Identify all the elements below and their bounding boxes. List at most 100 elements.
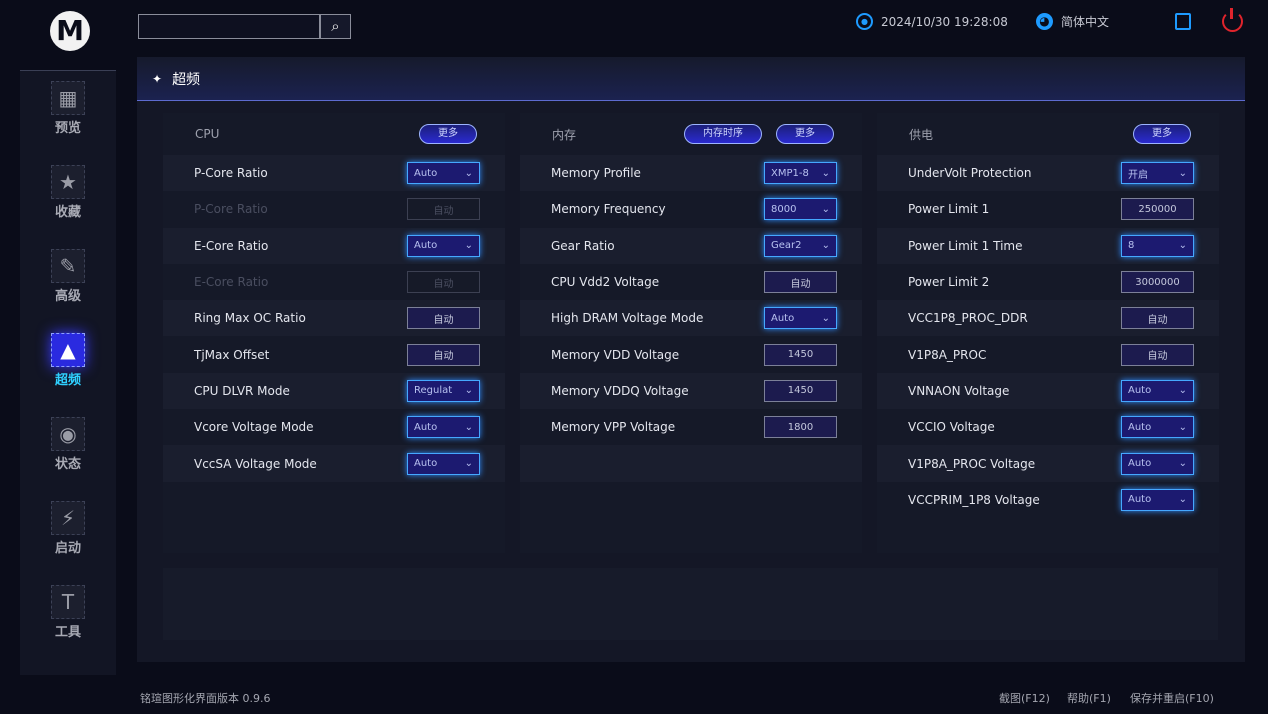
- column-button[interactable]: 更多: [776, 124, 834, 144]
- setting-select[interactable]: 8000 ⌄: [764, 198, 837, 221]
- chevron-down-icon: ⌄: [464, 458, 473, 470]
- language-selector[interactable]: ◕ 简体中文: [1036, 13, 1109, 30]
- sidebar-item-2[interactable]: ✎ 高级: [20, 249, 116, 304]
- setting-select[interactable]: 8 ⌄: [1121, 234, 1194, 257]
- setting-label: E-Core Ratio: [194, 275, 269, 290]
- save-restart-button[interactable]: 保存并重启(F10): [1130, 690, 1214, 706]
- hammer-icon: T: [51, 585, 85, 619]
- input-value: 自动: [433, 205, 454, 217]
- column-button[interactable]: 更多: [419, 124, 477, 144]
- setting-row: TjMax Offset 自动: [163, 336, 505, 372]
- setting-label: VCCPRIM_1P8 Voltage: [908, 492, 1040, 507]
- setting-select[interactable]: Auto ⌄: [407, 452, 480, 475]
- setting-select[interactable]: Regulat ⌄: [407, 379, 480, 402]
- sidebar-item-label: 状态: [54, 457, 81, 472]
- setting-row: VccSA Voltage Mode Auto ⌄: [163, 445, 505, 482]
- setting-input[interactable]: 自动: [1121, 307, 1194, 330]
- sidebar-item-3[interactable]: ▲ 超频: [20, 333, 116, 388]
- chevron-down-icon: ⌄: [821, 312, 830, 324]
- sidebar-item-4[interactable]: ◉ 状态: [20, 417, 116, 472]
- select-value: 8000: [771, 203, 797, 215]
- setting-row: P-Core Ratio 自动: [163, 191, 505, 227]
- setting-input: 自动: [407, 271, 480, 294]
- sidebar-item-label: 高级: [54, 289, 81, 304]
- settings-column-1: 内存 内存时序 更多 Memory Profile XMP1-8 ⌄ Memory Freq…: [520, 113, 862, 553]
- setting-input[interactable]: 1450: [764, 343, 837, 366]
- sidebar-item-0[interactable]: ▦ 预览: [20, 81, 116, 136]
- setting-label: Ring Max OC Ratio: [194, 311, 306, 326]
- select-value: Auto: [771, 312, 795, 324]
- setting-label: Memory VDDQ Voltage: [551, 383, 689, 398]
- setting-label: CPU Vdd2 Voltage: [551, 275, 660, 290]
- setting-row: CPU Vdd2 Voltage 自动: [520, 264, 862, 300]
- sidebar-item-5[interactable]: ⚡ 启动: [20, 501, 116, 556]
- setting-label: Power Limit 2: [908, 275, 990, 290]
- column-title: CPU: [195, 127, 220, 141]
- setting-row: High DRAM Voltage Mode Auto ⌄: [520, 300, 862, 337]
- column-button[interactable]: 更多: [1133, 124, 1191, 144]
- setting-row: V1P8A_PROC 自动: [877, 336, 1219, 372]
- setting-label: Memory VPP Voltage: [551, 420, 676, 435]
- setting-input[interactable]: 自动: [407, 307, 480, 330]
- help-button[interactable]: 帮助(F1): [1067, 690, 1111, 706]
- chevron-down-icon: ⌄: [464, 167, 473, 179]
- setting-row: UnderVolt Protection 开启 ⌄: [877, 155, 1219, 192]
- chevron-down-icon: ⌄: [1178, 385, 1187, 397]
- star-icon: ★: [51, 165, 85, 199]
- setting-row: Power Limit 2 3000000: [877, 264, 1219, 300]
- setting-row: Memory VDDQ Voltage 1450: [520, 372, 862, 410]
- setting-label: Memory Frequency: [551, 202, 666, 217]
- column-button[interactable]: 内存时序: [684, 124, 762, 144]
- setting-row: V1P8A_PROC Voltage Auto ⌄: [877, 445, 1219, 482]
- setting-input[interactable]: 250000: [1121, 198, 1194, 221]
- sidebar-item-6[interactable]: T 工具: [20, 585, 116, 640]
- input-value: 自动: [1147, 351, 1168, 363]
- setting-input[interactable]: 1800: [764, 416, 837, 439]
- select-value: 开启: [1128, 169, 1148, 181]
- setting-select[interactable]: Auto ⌄: [1121, 379, 1194, 402]
- setting-label: P-Core Ratio: [194, 202, 268, 217]
- datetime-text: 2024/10/30 19:28:08: [881, 14, 1008, 29]
- select-value: Auto: [414, 421, 438, 433]
- setting-select[interactable]: Auto ⌄: [407, 162, 480, 185]
- setting-input[interactable]: 自动: [764, 271, 837, 294]
- setting-input[interactable]: 1450: [764, 379, 837, 402]
- setting-select[interactable]: Auto ⌄: [1121, 452, 1194, 475]
- search-button[interactable]: ⌕: [320, 14, 351, 39]
- column-header: 内存 内存时序 更多: [520, 113, 862, 155]
- setting-label: Gear Ratio: [551, 238, 615, 253]
- setting-input[interactable]: 3000000: [1121, 271, 1194, 294]
- chevron-down-icon: ⌄: [1178, 494, 1187, 506]
- search-icon: ⌕: [331, 17, 340, 35]
- setting-select[interactable]: 开启 ⌄: [1121, 162, 1194, 185]
- setting-input[interactable]: 自动: [407, 343, 480, 366]
- setting-input[interactable]: 自动: [1121, 343, 1194, 366]
- sidebar-item-label: 工具: [54, 625, 81, 640]
- sidebar-item-1[interactable]: ★ 收藏: [20, 165, 116, 220]
- setting-row: CPU DLVR Mode Regulat ⌄: [163, 372, 505, 410]
- setting-row: Power Limit 1 250000: [877, 191, 1219, 227]
- datetime-display: ● 2024/10/30 19:28:08: [856, 13, 1008, 30]
- search-input[interactable]: [138, 14, 320, 39]
- setting-select[interactable]: Auto ⌄: [407, 416, 480, 439]
- power-button[interactable]: [1222, 8, 1243, 32]
- setting-select[interactable]: Auto ⌄: [1121, 488, 1194, 511]
- setting-select[interactable]: XMP1-8 ⌄: [764, 162, 837, 185]
- setting-label: P-Core Ratio: [194, 166, 268, 181]
- save-button[interactable]: [1175, 13, 1191, 30]
- setting-select[interactable]: Auto ⌄: [1121, 416, 1194, 439]
- setting-select[interactable]: Auto ⌄: [407, 234, 480, 257]
- settings-column-0: CPU 更多 P-Core Ratio Auto ⌄ P-Core Ratio 自动 E-Co…: [163, 113, 505, 553]
- setting-select[interactable]: Gear2 ⌄: [764, 234, 837, 257]
- setting-row: VNNAON Voltage Auto ⌄: [877, 372, 1219, 410]
- power-icon: [1230, 8, 1233, 19]
- section-header: ✦ 超频: [137, 57, 1245, 101]
- screenshot-button[interactable]: 截图(F12): [999, 690, 1050, 706]
- setting-label: VCC1P8_PROC_DDR: [908, 311, 1028, 326]
- dashboard-icon: ▦: [51, 81, 85, 115]
- sidebar: ▦ 预览 ★ 收藏 ✎ 高级 ▲ 超频 ◉ 状态 ⚡ 启动 T 工具: [20, 70, 116, 675]
- setting-row: Memory VDD Voltage 1450: [520, 336, 862, 372]
- select-value: Auto: [1128, 385, 1152, 397]
- input-value: 1800: [787, 421, 814, 433]
- setting-select[interactable]: Auto ⌄: [764, 307, 837, 330]
